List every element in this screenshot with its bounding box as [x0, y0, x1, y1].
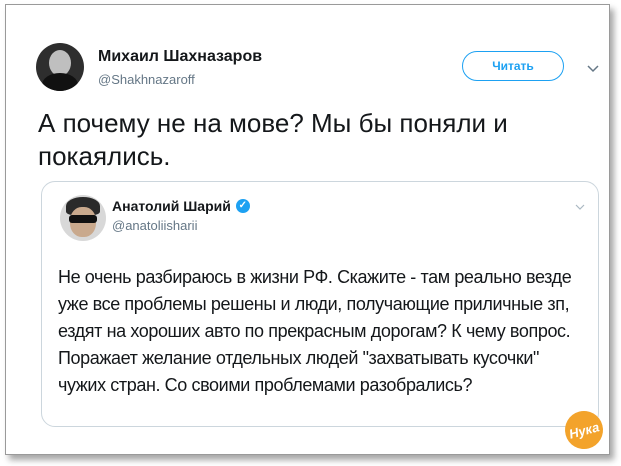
verified-badge-icon: ✓ [235, 199, 250, 213]
chevron-down-icon[interactable] [575, 202, 585, 214]
author-avatar[interactable] [36, 43, 84, 91]
quoted-tweet-text: Не очень разбираюсь в жизни РФ. Скажите … [58, 267, 572, 395]
quoted-tweet[interactable]: Анатолий Шарий ✓ @anatoliisharii Не очен… [41, 181, 599, 427]
quoted-author-name[interactable]: Анатолий Шарий [112, 198, 231, 214]
author-name[interactable]: Михаил Шахназаров [98, 48, 262, 66]
quoted-author-handle[interactable]: @anatoliisharii [112, 218, 197, 233]
follow-button[interactable]: Читать [462, 51, 564, 81]
chevron-down-icon[interactable] [586, 61, 600, 79]
quoted-author-name-row: Анатолий Шарий ✓ [112, 198, 250, 214]
avatar-sunglasses-shape [69, 215, 97, 223]
author-handle[interactable]: @Shakhnazaroff [98, 72, 195, 87]
quoted-author-avatar[interactable] [60, 195, 106, 241]
tweet-card: Михаил Шахназаров @Shakhnazaroff Читать … [5, 4, 610, 455]
avatar-body-shape [42, 73, 78, 91]
tweet-text: А почему не на мове? Мы бы поняли и пока… [38, 108, 508, 171]
